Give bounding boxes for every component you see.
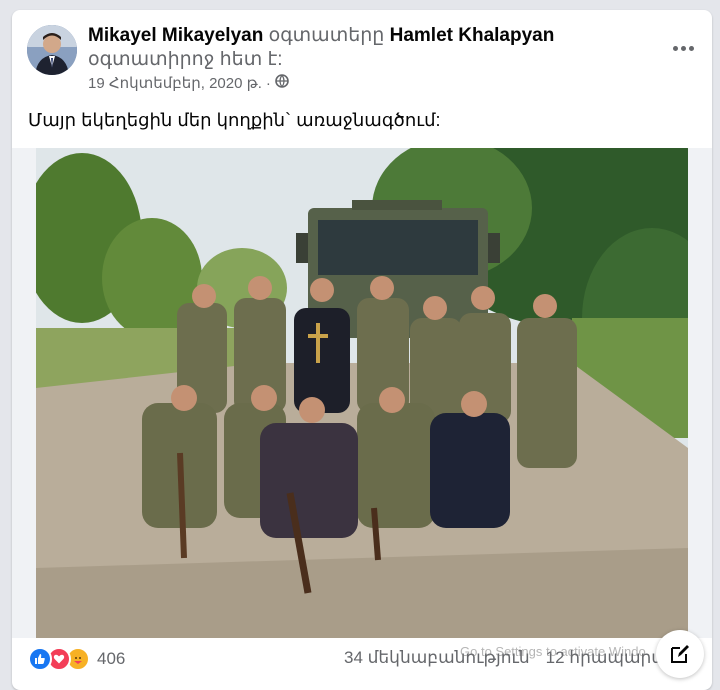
post-photo[interactable] [12,108,712,638]
author-name[interactable]: Mikayel Mikayelyan [88,25,263,46]
meta-separator: · [265,74,271,92]
like-icon [28,647,52,671]
edit-icon [671,645,689,663]
post-timestamp[interactable]: 19 Հոկտեմբեր, 2020 թ. [88,74,262,92]
with-suffix: օգտատիրոջ հետ է: [88,49,283,70]
post-caption: Մայր եկեղեցին մեր կողքին` առաջնագծում: [28,110,441,130]
more-dot-icon [680,45,686,51]
more-options-button[interactable] [668,38,698,58]
reactions-summary[interactable]: 406 [28,646,125,672]
post-header-line: Mikayel Mikayelyan օգտատերը Hamlet Khala… [88,24,648,72]
tagged-user-name[interactable]: Hamlet Khalapyan [390,25,555,46]
more-dot-icon [672,45,678,51]
activation-watermark: Go to Settings to activate Windo [460,644,646,659]
with-connector: օգտատերը [268,25,385,46]
more-dot-icon [688,45,694,51]
post-meta: 19 Հոկտեմբեր, 2020 թ. · [88,74,648,92]
reaction-count[interactable]: 406 [97,649,125,669]
avatar[interactable] [27,25,77,75]
post-card: Mikayel Mikayelyan օգտատերը Hamlet Khala… [12,10,712,690]
post-header: Mikayel Mikayelyan օգտատերը Hamlet Khala… [88,24,648,92]
globe-icon[interactable] [275,74,289,92]
